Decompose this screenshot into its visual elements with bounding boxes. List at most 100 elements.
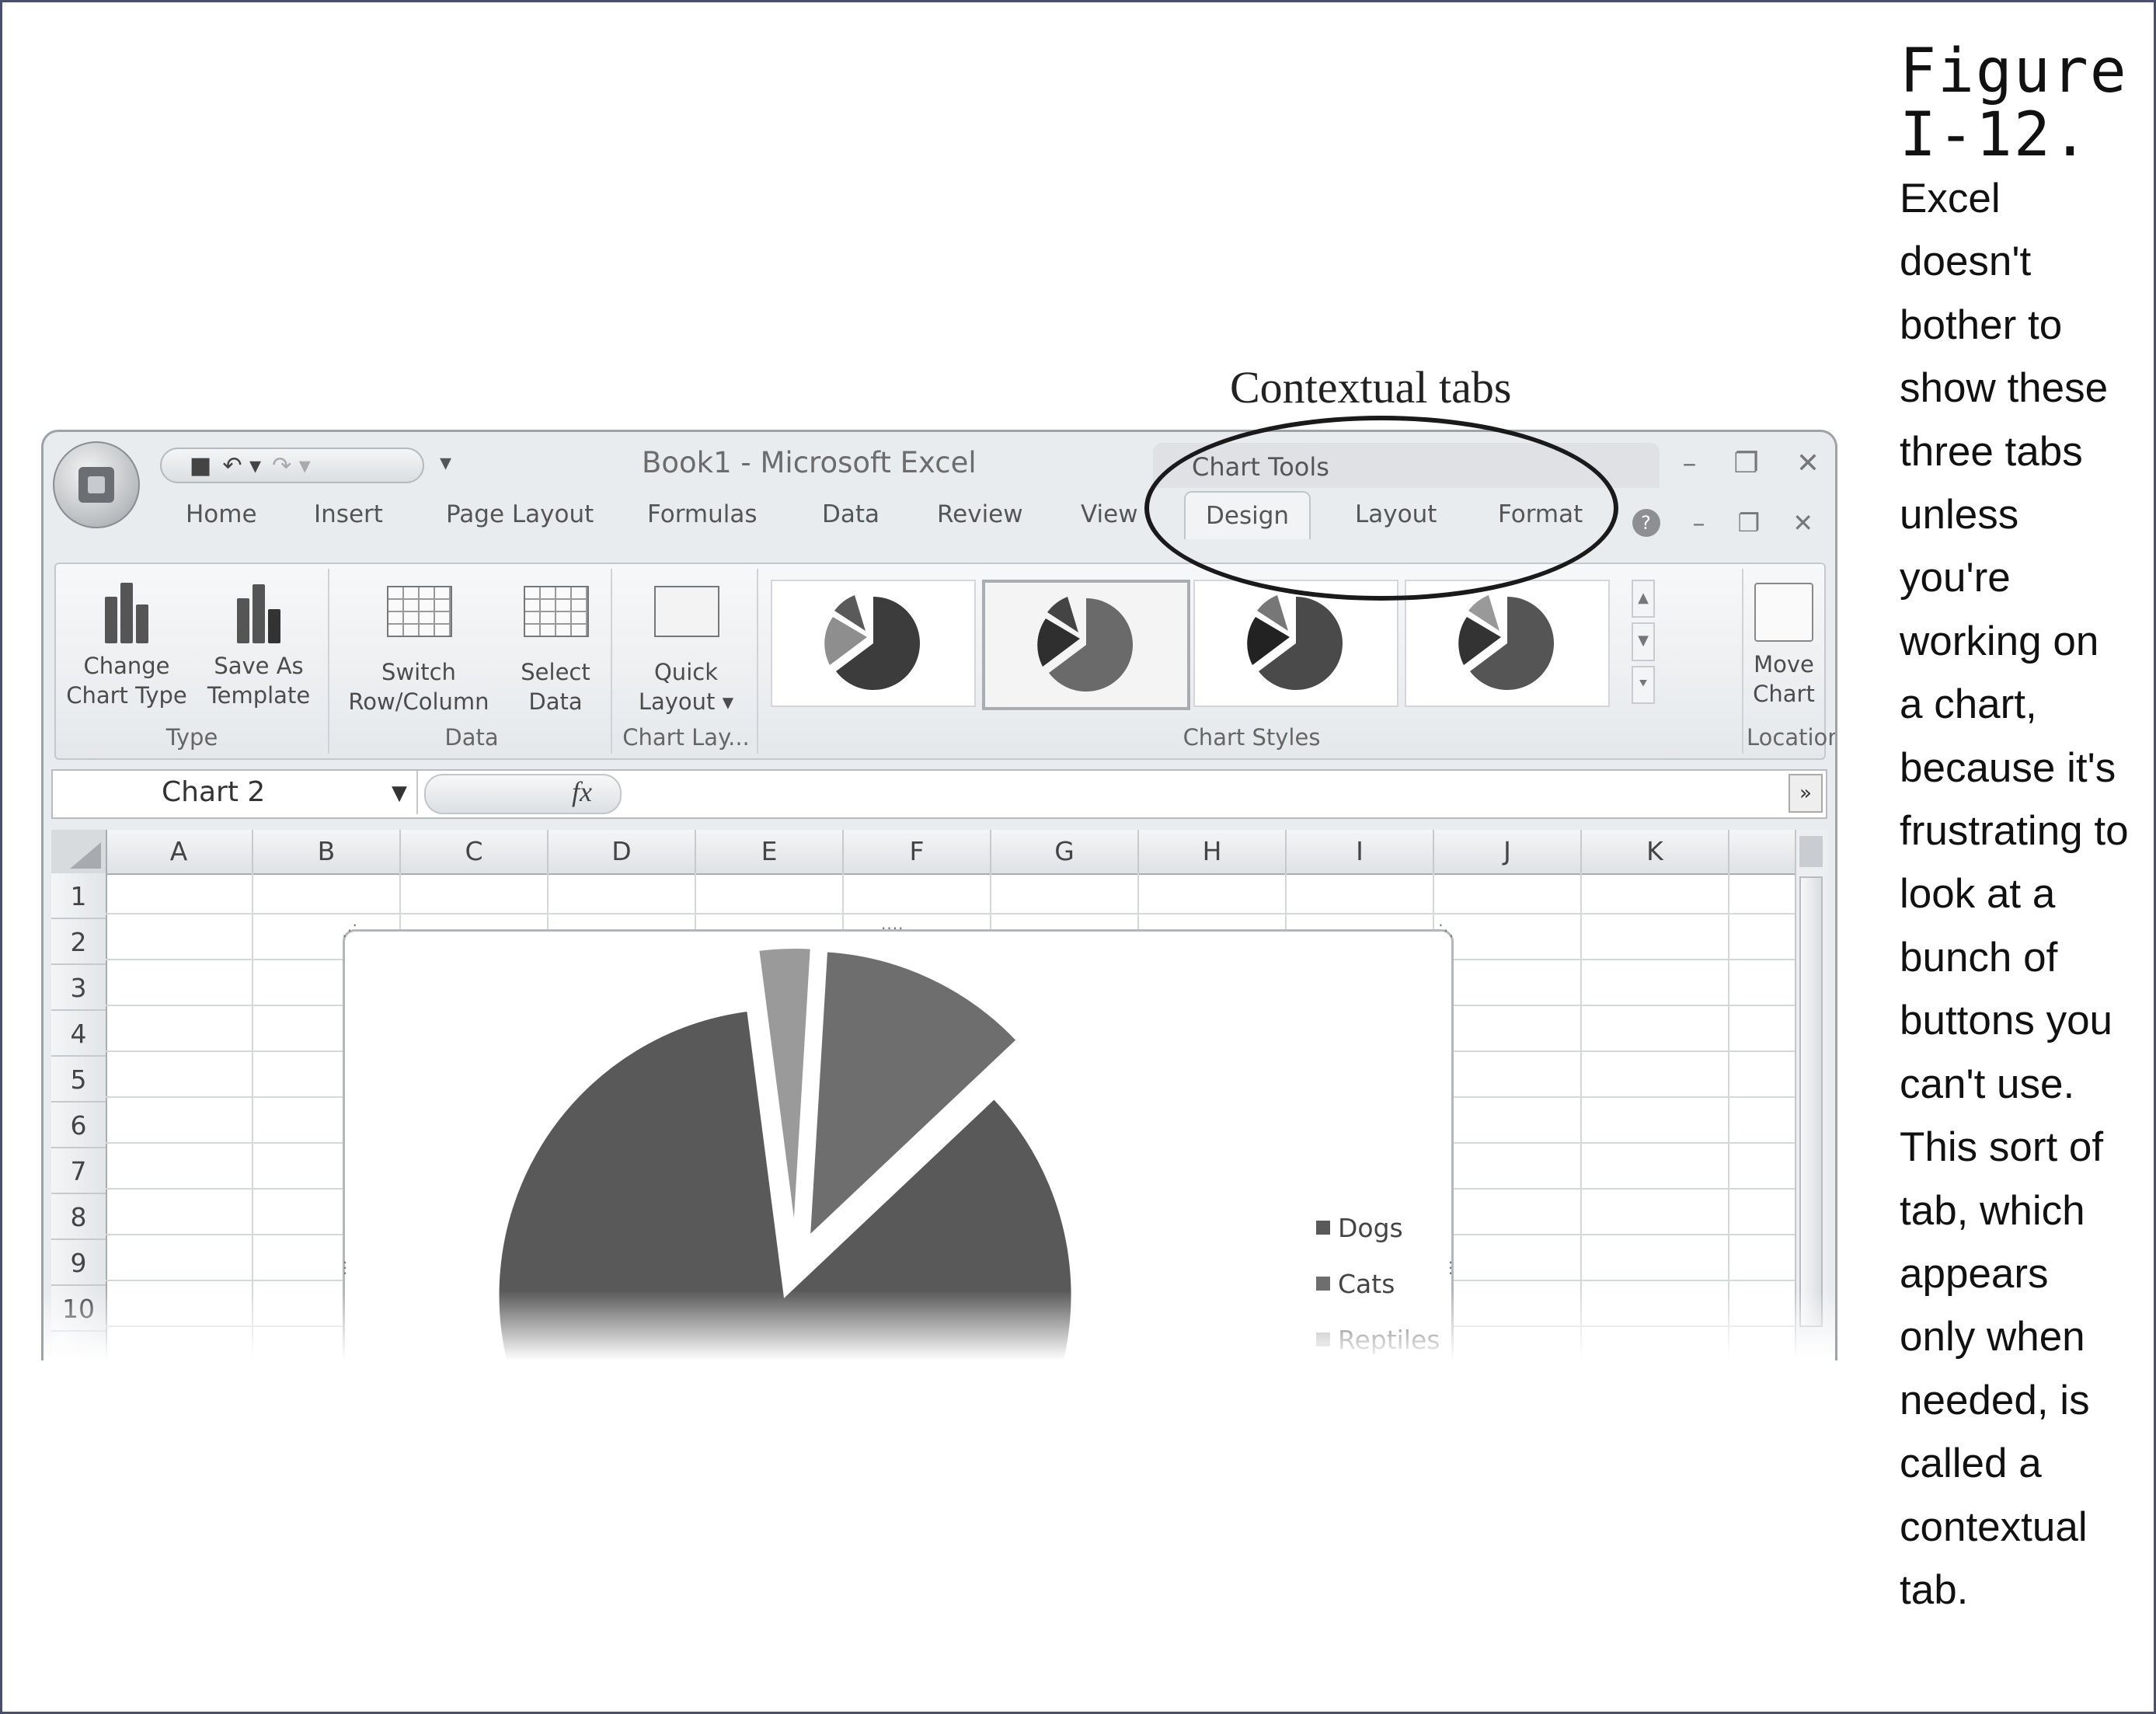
workbook-minimize-button[interactable]: –	[1693, 508, 1705, 538]
switch-row-column-icon	[387, 586, 452, 650]
office-logo-icon	[78, 467, 114, 503]
row-header-7[interactable]: 7	[51, 1148, 106, 1194]
group-type: Change Chart Type Save As Template Type	[56, 569, 329, 754]
legend-swatch	[1316, 1221, 1330, 1235]
chart-style-2[interactable]	[982, 580, 1190, 710]
help-icon[interactable]: ?	[1632, 509, 1660, 537]
row-header-4[interactable]: 4	[51, 1011, 106, 1057]
chart-styles-scroller: ▲ ▼ ⯆	[1632, 580, 1655, 704]
name-box[interactable]: Chart 2	[53, 771, 418, 814]
legend-swatch	[1316, 1277, 1330, 1291]
row-header-1[interactable]: 1	[51, 873, 106, 919]
tab-home[interactable]: Home	[186, 500, 257, 528]
column-header-a[interactable]: A	[106, 830, 253, 873]
column-headers: ABCDEFGHIJK	[51, 830, 1795, 875]
tab-layout[interactable]: Layout	[1355, 500, 1437, 528]
legend-label: Dogs	[1338, 1212, 1403, 1243]
tab-formulas[interactable]: Formulas	[647, 500, 758, 528]
tab-review[interactable]: Review	[937, 500, 1023, 528]
quick-access-toolbar: ■ ↶ ▾ ↷ ▾	[160, 448, 424, 483]
tab-page-layout[interactable]: Page Layout	[446, 500, 594, 528]
scroll-up-icon[interactable]: ▲	[1632, 580, 1655, 618]
quick-layout-button[interactable]: Quick Layout ▾	[620, 580, 752, 716]
row-headers: 12345678910	[51, 873, 107, 1360]
change-chart-type-button[interactable]: Change Chart Type	[61, 580, 193, 710]
column-header-k[interactable]: K	[1582, 830, 1729, 873]
row-header-8[interactable]: 8	[51, 1194, 106, 1240]
group-chart-layouts: Quick Layout ▾ Chart Lay...	[615, 569, 758, 754]
group-label-location: Location	[1747, 724, 1837, 751]
save-icon[interactable]: ■	[190, 452, 211, 479]
column-header-f[interactable]: F	[844, 830, 991, 873]
column-header-g[interactable]: G	[991, 830, 1139, 873]
column-header-j[interactable]: J	[1434, 830, 1582, 873]
group-label-chart-layouts: Chart Lay...	[622, 724, 750, 751]
workbook-close-button[interactable]: ✕	[1792, 508, 1813, 538]
scroll-up-icon[interactable]	[1799, 836, 1823, 867]
tab-insert[interactable]: Insert	[314, 500, 383, 528]
legend-item-dogs[interactable]: Dogs	[1316, 1200, 1440, 1256]
formula-bar: Chart 2 ▼ fx »	[51, 769, 1827, 819]
worksheet: ABCDEFGHIJK 12345678910 ⋰ ···· ⋱ ⋮ ⋮ Dog…	[51, 830, 1795, 1360]
figure-frame: Figure I-12. Excel doesn't bother to sho…	[0, 0, 2156, 1714]
more-styles-icon[interactable]: ⯆	[1632, 665, 1655, 704]
group-location: Move Chart Location	[1747, 569, 1837, 754]
window-title: Book1 - Microsoft Excel	[642, 446, 977, 479]
row-header-2[interactable]: 2	[51, 919, 106, 965]
pie-style-icon	[824, 595, 920, 690]
row-header-9[interactable]: 9	[51, 1240, 106, 1286]
office-button[interactable]	[53, 441, 140, 528]
ribbon: Change Chart Type Save As Template Type …	[54, 563, 1837, 760]
row-header-5[interactable]: 5	[51, 1057, 106, 1103]
close-button[interactable]: ✕	[1796, 448, 1820, 479]
tab-view[interactable]: View	[1081, 500, 1138, 528]
tab-format[interactable]: Format	[1498, 500, 1583, 528]
insert-function-icon[interactable]: fx	[572, 775, 592, 808]
select-data-button[interactable]: Select Data	[505, 580, 606, 716]
chart-style-1[interactable]	[771, 580, 976, 707]
undo-icon[interactable]: ↶ ▾	[222, 452, 261, 479]
redo-icon[interactable]: ↷ ▾	[272, 452, 311, 479]
group-data: Switch Row/Column Select Data Data	[333, 569, 612, 754]
quick-layout-icon	[654, 586, 719, 650]
ribbon-tabs: Home Insert Page Layout Formulas Data Re…	[44, 486, 1835, 539]
group-label-type: Type	[165, 724, 218, 751]
row-header-3[interactable]: 3	[51, 965, 106, 1011]
tab-design[interactable]: Design	[1184, 491, 1311, 539]
name-box-dropdown-icon[interactable]: ▼	[392, 782, 407, 805]
figure-caption: Excel doesn't bother to show these three…	[1900, 176, 2129, 1613]
column-header-c[interactable]: C	[401, 830, 549, 873]
group-label-data: Data	[444, 724, 499, 751]
callout-label: Contextual tabs	[1230, 362, 1512, 413]
chart-style-4[interactable]	[1405, 580, 1610, 707]
column-header-d[interactable]: D	[549, 830, 696, 873]
customize-qat-icon[interactable]: ▾	[440, 449, 451, 476]
minimize-button[interactable]: –	[1683, 448, 1697, 479]
group-chart-styles: ▲ ▼ ⯆ Chart Styles	[761, 569, 1743, 754]
chart-tools-label: Chart Tools	[1192, 452, 1329, 482]
figure-label: Figure I-12.	[1900, 37, 2128, 170]
column-header-e[interactable]: E	[696, 830, 844, 873]
chart-style-3[interactable]	[1193, 580, 1398, 707]
group-label-chart-styles: Chart Styles	[1182, 724, 1321, 751]
workbook-controls: ? – ❐ ✕	[1632, 508, 1813, 538]
column-header-b[interactable]: B	[253, 830, 401, 873]
column-header-i[interactable]: I	[1287, 830, 1434, 873]
scroll-down-icon[interactable]: ▼	[1632, 622, 1655, 661]
tab-data[interactable]: Data	[822, 500, 879, 528]
scroll-thumb[interactable]	[1799, 876, 1823, 1327]
pie-style-icon	[1458, 595, 1554, 690]
move-chart-icon	[1754, 583, 1813, 642]
save-template-icon	[227, 580, 291, 643]
move-chart-button[interactable]: Move Chart	[1747, 580, 1821, 709]
vertical-scrollbar[interactable]	[1795, 830, 1827, 1360]
expand-formula-bar-icon[interactable]: »	[1789, 774, 1823, 813]
maximize-button[interactable]: ❐	[1734, 448, 1759, 479]
workbook-restore-button[interactable]: ❐	[1738, 508, 1761, 538]
switch-row-column-button[interactable]: Switch Row/Column	[337, 580, 500, 716]
column-chart-icon	[95, 580, 158, 643]
save-as-template-button[interactable]: Save As Template	[193, 580, 325, 710]
row-header-6[interactable]: 6	[51, 1103, 106, 1148]
select-all-icon[interactable]	[51, 830, 107, 873]
column-header-h[interactable]: H	[1139, 830, 1287, 873]
